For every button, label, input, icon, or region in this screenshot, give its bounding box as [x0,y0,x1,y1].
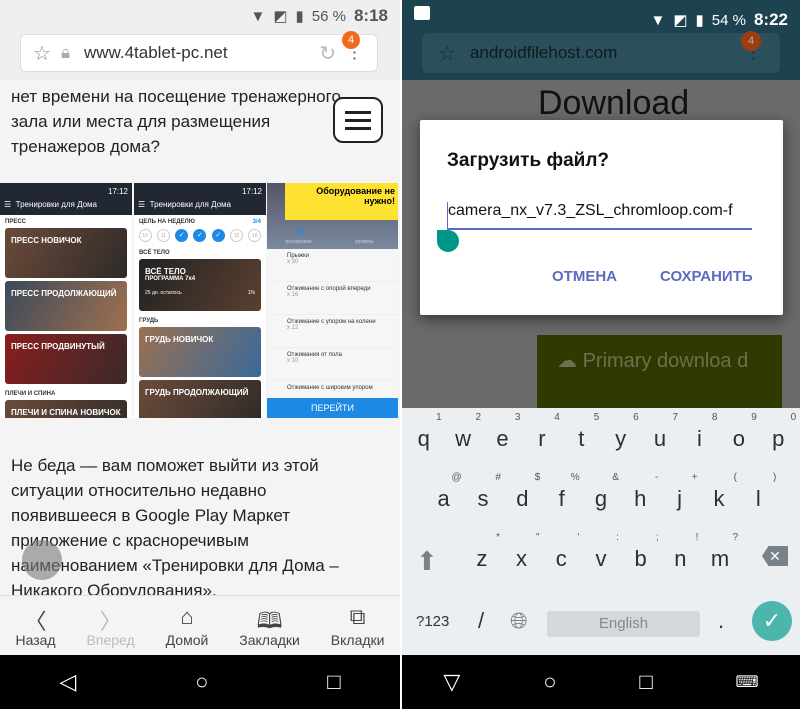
download-dialog: Загрузить файл? camera_nx_v7.3_ZSL_chrom… [420,120,783,315]
back-nav-icon[interactable]: ◁ [59,669,76,695]
battery-level: 54 % [711,11,746,29]
back-button[interactable]: 〈 Назад [15,604,55,648]
tab-badge: 4 [342,31,360,49]
key-g[interactable]: g & [583,472,619,512]
star-icon[interactable]: ☆ [33,41,51,66]
key-v[interactable]: v: [583,532,619,572]
globe-icon[interactable]: 🌐︎ [510,608,528,634]
chevron-right-icon: 〉 [99,608,122,634]
battery-icon: ▮ [295,8,304,25]
reload-icon[interactable]: ↻ [319,41,336,66]
key-f[interactable]: f% [544,472,580,512]
keyboard-switch-icon[interactable]: ⌨ [735,672,758,692]
recents-nav-icon[interactable]: □ [639,669,652,695]
key-i[interactable]: i8 [681,412,717,452]
keyboard: q1w2e3r4t5y6u7i8o9p0 a @ s # d $ f% g & h - j + k(l) … [402,408,800,655]
dialog-title: Загрузить файл? [447,150,609,171]
cloud-download-icon: ☁ [557,350,583,372]
symbols-key[interactable]: ?123 [416,613,449,630]
key-x[interactable]: x " [504,532,540,572]
article-paragraph: Не беда — вам поможет выйти из этой ситу… [11,456,339,600]
key-m[interactable]: m? [702,532,738,572]
clock: 8:22 [753,10,788,29]
home-icon: ⌂ [180,603,194,629]
app-screenshot-3: Оборудование не нужно! 11 тренировки уро… [267,183,398,418]
address-bar[interactable]: ☆ 🔒︎ www.4tablet-pc.net ↻ ⋮ 4 [20,31,378,72]
key-t[interactable]: t5 [563,412,599,452]
period-key[interactable]: . [718,608,724,634]
key-u[interactable]: u7 [642,412,678,452]
recents-nav-icon[interactable]: □ [327,669,340,695]
clock: 8:18 [353,6,388,25]
menu-button[interactable]: ⋮ 4 [741,31,762,63]
wifi-icon: ▼ [650,11,666,29]
image-notification-icon [414,6,430,20]
book-icon: 🕮︎ [256,607,283,633]
forward-button[interactable]: 〉 Вперед [87,604,135,648]
app-screenshot-1: 17:12 ☰ Тренировки для Дома ПРЕСС ПРЕСС Н… [0,183,132,418]
key-l[interactable]: l) [740,472,776,512]
save-button[interactable]: СОХРАНИТЬ [660,268,753,285]
key-j[interactable]: j + [662,472,697,512]
key-y[interactable]: y6 [603,412,639,452]
url-text[interactable]: androidfilehost.com [470,43,617,63]
article-paragraph: нет времени на посещение тренажерного за… [11,87,341,156]
url-text[interactable]: www.4tablet-pc.net [84,43,228,63]
key-k[interactable]: k( [701,472,737,512]
primary-download-button[interactable]: ☁ Primary downloa d [537,335,782,410]
menu-button[interactable]: ⋮ 4 [342,31,363,63]
filename-input[interactable]: camera_nx_v7.3_ZSL_chromloop.com-f [447,202,752,230]
key-h[interactable]: h- [622,472,658,512]
cancel-button[interactable]: ОТМЕНА [552,268,617,285]
key-d[interactable]: d $ [504,472,540,512]
tabs-icon: ⧉ [349,603,366,629]
browser-toolbar: 〈 Назад 〉 Вперед ⌂ Домой 🕮︎ Закладки ⧉ Вкладк… [0,595,400,655]
right-phone: ▼ ◩ ▮ 54 % 8:22 ☆ androidfilehost.com ⋮ 4… [402,0,800,709]
slash-key[interactable]: / [478,608,484,634]
page-title: Download [538,84,690,122]
shift-key[interactable]: ⬆ [416,546,438,577]
tab-badge: 4 [741,31,761,51]
key-n[interactable]: n! [662,532,698,572]
no-sim-icon: ◩ [273,8,288,25]
tabs-button[interactable]: ⧉ Вкладки [331,604,385,648]
key-a[interactable]: a @ [426,472,462,512]
wifi-icon: ▼ [250,7,266,25]
battery-level: 56 % [311,7,346,25]
hamburger-menu-button[interactable] [333,97,383,143]
nav-bar: ▽ ○ □ ⌨ [402,655,800,709]
bookmarks-button[interactable]: 🕮︎ Закладки [239,604,300,648]
back-nav-icon[interactable]: ▽ [443,669,460,695]
battery-icon: ▮ [695,12,704,29]
key-q[interactable]: q1 [406,412,442,452]
chevron-left-icon: 〈 [24,608,47,634]
key-o[interactable]: o9 [721,412,757,452]
left-phone: ▼ ◩ ▮ 56 % 8:18 ☆ 🔒︎ www.4tablet-pc.net … [0,0,400,709]
star-icon[interactable]: ☆ [438,41,456,66]
no-sim-icon: ◩ [673,12,688,29]
space-key[interactable]: English [547,611,700,637]
home-nav-icon[interactable]: ○ [195,669,208,695]
key-c[interactable]: c ' [543,532,580,572]
cursor-handle[interactable] [437,230,459,252]
address-bar[interactable]: ☆ androidfilehost.com ⋮ 4 [422,31,780,73]
enter-check-key[interactable]: ✓ [752,601,792,641]
lock-icon: 🔒︎ [60,43,70,62]
key-w[interactable]: w2 [445,412,481,452]
home-button[interactable]: ⌂ Домой [166,604,209,648]
key-e[interactable]: e3 [484,412,520,452]
home-nav-icon[interactable]: ○ [543,669,556,695]
app-screenshot-2: 17:12 ☰ Тренировки для Дома ЦЕЛЬ НА НЕДЕЛ… [134,183,266,418]
key-s[interactable]: s # [465,472,501,512]
key-z[interactable]: z * [464,532,500,572]
status-bar: ▼ ◩ ▮ 56 % 8:18 [0,0,400,32]
key-b[interactable]: b; [623,532,659,572]
key-p[interactable]: p0 [760,412,796,452]
floating-button[interactable] [22,540,62,580]
key-r[interactable]: r4 [524,412,560,452]
nav-bar: ◁ ○ □ [0,655,400,709]
